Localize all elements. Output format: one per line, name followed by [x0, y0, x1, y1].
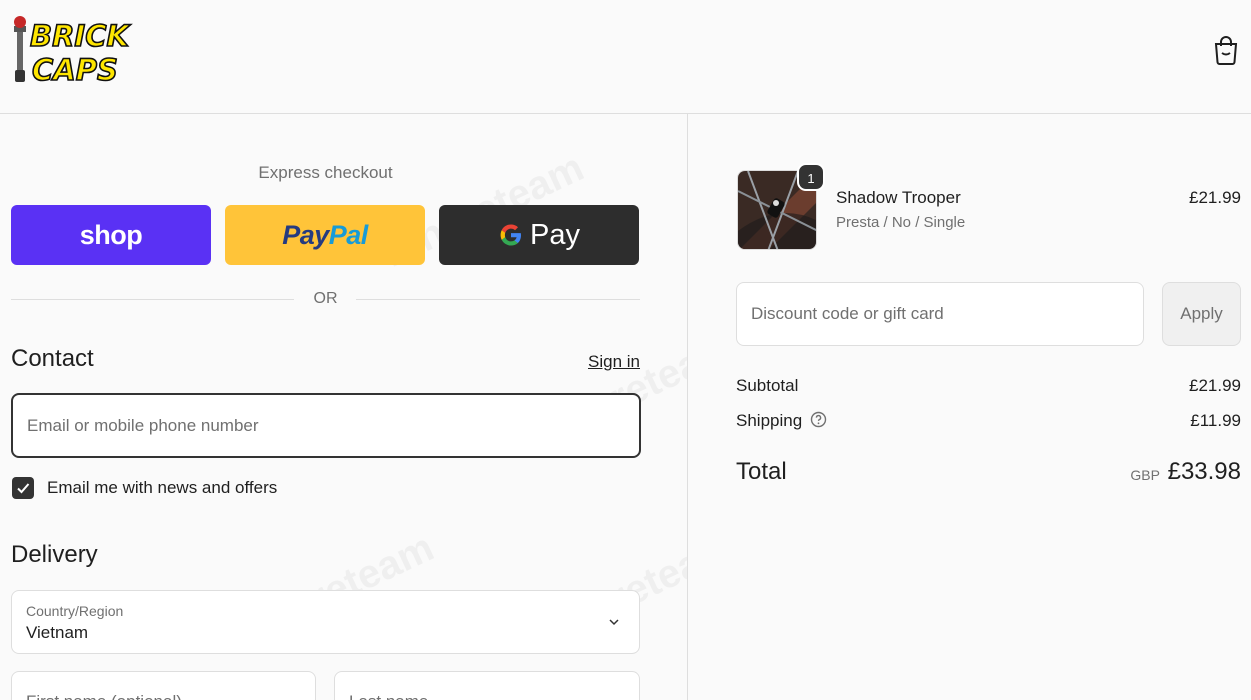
or-separator: OR [11, 288, 640, 310]
discount-code-input[interactable] [736, 282, 1144, 346]
news-offers-label[interactable]: Email me with news and offers [47, 478, 277, 498]
total-label: Total [736, 458, 787, 485]
column-divider [687, 114, 688, 700]
email-or-phone-input[interactable] [11, 393, 641, 458]
first-name-placeholder: First name (optional) [26, 692, 182, 700]
product-variant: Presta / No / Single [836, 214, 966, 231]
product-name: Shadow Trooper [836, 188, 961, 207]
shopping-bag-icon[interactable] [1210, 34, 1242, 66]
sign-in-link[interactable]: Sign in [540, 352, 640, 372]
shipping-value: £11.99 [1190, 411, 1241, 430]
paypal-label-pal: Pal [328, 219, 369, 250]
site-header: BRICK CAPS [0, 0, 1251, 114]
last-name-field[interactable]: Last name [334, 671, 640, 700]
google-pay-button[interactable]: Pay [439, 205, 639, 265]
checkmark-icon [17, 483, 30, 494]
paypal-label: PayPal [282, 220, 368, 251]
brick-caps-logo[interactable]: BRICK CAPS [12, 12, 142, 86]
shop-pay-button[interactable]: shop [11, 205, 211, 265]
shipping-label: Shipping [736, 411, 803, 430]
product-price: £21.99 [1189, 188, 1241, 207]
express-checkout-title: Express checkout [258, 163, 393, 182]
paypal-button[interactable]: PayPal [225, 205, 425, 265]
paypal-label-pay: Pay [282, 219, 329, 250]
country-region-value: Vietnam [26, 623, 89, 642]
total-value: £33.98 [1167, 458, 1241, 485]
country-region-label: Country/Region [26, 603, 124, 619]
subtotal-label: Subtotal [736, 376, 799, 395]
first-name-field[interactable]: First name (optional) [11, 671, 316, 700]
google-pay-label: Pay [530, 218, 580, 251]
chevron-down-icon [609, 619, 619, 626]
google-g-icon [500, 224, 521, 246]
shop-pay-label: shop [79, 219, 143, 250]
news-offers-checkbox[interactable] [12, 477, 34, 499]
logo-text-top: BRICK [30, 19, 132, 53]
shipping-help-icon[interactable] [810, 411, 827, 428]
country-region-select[interactable]: Country/Region Vietnam [11, 590, 640, 654]
last-name-placeholder: Last name [349, 692, 428, 700]
total-currency: GBP [1130, 467, 1160, 483]
checkout-page: Tenereteam Tenereteam Tenereteam Teneret… [0, 0, 1251, 700]
quantity-badge: 1 [797, 163, 825, 191]
logo-text-bottom: CAPS [32, 53, 118, 86]
apply-discount-button[interactable]: Apply [1162, 282, 1241, 346]
contact-heading: Contact [11, 345, 94, 372]
or-label: OR [313, 290, 338, 307]
delivery-heading: Delivery [11, 541, 98, 568]
subtotal-value: £21.99 [1189, 376, 1241, 395]
